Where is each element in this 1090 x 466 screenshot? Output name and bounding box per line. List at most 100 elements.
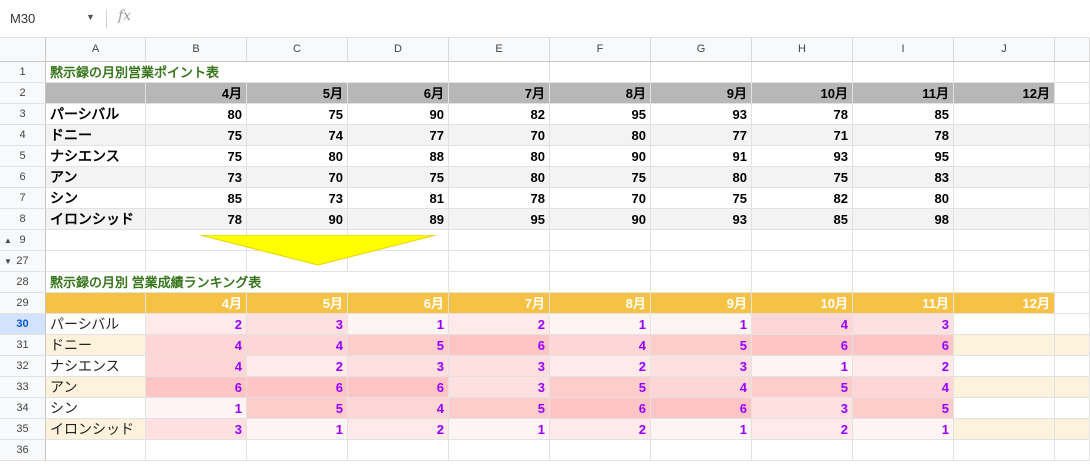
- table1-month-header[interactable]: 8月: [550, 83, 651, 104]
- table1-value-cell[interactable]: 75: [550, 167, 651, 188]
- expand-rows-icon[interactable]: ▼: [4, 251, 12, 272]
- table1-month-header[interactable]: 9月: [651, 83, 752, 104]
- table1-value-cell[interactable]: 83: [853, 167, 954, 188]
- table1-name-cell[interactable]: シン: [46, 188, 146, 209]
- table1-value-cell[interactable]: 88: [348, 146, 449, 167]
- row-header-34[interactable]: 34: [0, 398, 46, 419]
- table2-rank-cell[interactable]: 4: [752, 314, 853, 335]
- table1-value-cell[interactable]: 93: [752, 146, 853, 167]
- cell[interactable]: [1055, 356, 1090, 377]
- table2-rank-cell[interactable]: 4: [146, 335, 247, 356]
- table2-month-header[interactable]: 5月: [247, 293, 348, 314]
- table2-month-header[interactable]: 11月: [853, 293, 954, 314]
- column-header-k[interactable]: [1055, 38, 1090, 61]
- table2-rank-cell[interactable]: 3: [449, 356, 550, 377]
- table2-rank-cell[interactable]: 1: [146, 398, 247, 419]
- cell[interactable]: [752, 251, 853, 272]
- cell[interactable]: [752, 272, 853, 293]
- table2-rank-cell[interactable]: 1: [651, 314, 752, 335]
- table1-value-cell[interactable]: [954, 146, 1055, 167]
- table2-rank-cell[interactable]: 4: [146, 356, 247, 377]
- cell[interactable]: [1055, 272, 1090, 293]
- table1-value-cell[interactable]: 95: [449, 209, 550, 230]
- cell[interactable]: [1055, 419, 1090, 440]
- table1-value-cell[interactable]: 70: [449, 125, 550, 146]
- column-header-j[interactable]: J: [954, 38, 1055, 61]
- table2-rank-cell[interactable]: 6: [348, 377, 449, 398]
- cell[interactable]: [1055, 125, 1090, 146]
- table1-month-header[interactable]: 5月: [247, 83, 348, 104]
- table1-value-cell[interactable]: 75: [651, 188, 752, 209]
- collapse-rows-icon[interactable]: ▲: [4, 230, 12, 251]
- table2-month-header[interactable]: 4月: [146, 293, 247, 314]
- cell[interactable]: [550, 230, 651, 251]
- column-header-h[interactable]: H: [752, 38, 853, 61]
- cell[interactable]: [1055, 314, 1090, 335]
- cell[interactable]: [1055, 251, 1090, 272]
- table2-rank-cell[interactable]: 5: [651, 335, 752, 356]
- row-header-9[interactable]: 9 ▲: [0, 230, 46, 251]
- cell[interactable]: [1055, 209, 1090, 230]
- table2-rank-cell[interactable]: 3: [853, 314, 954, 335]
- table1-value-cell[interactable]: 95: [550, 104, 651, 125]
- table1-value-cell[interactable]: 70: [550, 188, 651, 209]
- table2-name-cell[interactable]: イロンシッド: [46, 419, 146, 440]
- row-header-35[interactable]: 35: [0, 419, 46, 440]
- table2-rank-cell[interactable]: 4: [651, 377, 752, 398]
- table2-rank-cell[interactable]: 6: [752, 335, 853, 356]
- table1-value-cell[interactable]: 90: [550, 146, 651, 167]
- table2-rank-cell[interactable]: [954, 419, 1055, 440]
- table1-value-cell[interactable]: 78: [853, 125, 954, 146]
- cell[interactable]: [46, 230, 146, 251]
- table1-value-cell[interactable]: 98: [853, 209, 954, 230]
- table1-value-cell[interactable]: 77: [651, 125, 752, 146]
- cell[interactable]: [46, 440, 146, 461]
- table1-month-header[interactable]: 11月: [853, 83, 954, 104]
- table1-month-header[interactable]: 12月: [954, 83, 1055, 104]
- cell[interactable]: [752, 230, 853, 251]
- cell[interactable]: [1055, 293, 1090, 314]
- table1-value-cell[interactable]: 80: [247, 146, 348, 167]
- table1-value-cell[interactable]: 70: [247, 167, 348, 188]
- chevron-down-icon[interactable]: ▼: [86, 12, 95, 22]
- table2-rank-cell[interactable]: 5: [247, 398, 348, 419]
- cell[interactable]: [1055, 377, 1090, 398]
- table2-rank-cell[interactable]: [954, 335, 1055, 356]
- table1-title[interactable]: 黙示録の月別営業ポイント表: [46, 62, 346, 83]
- cell[interactable]: [146, 440, 247, 461]
- table1-value-cell[interactable]: 80: [449, 167, 550, 188]
- table2-month-header[interactable]: 7月: [449, 293, 550, 314]
- table1-value-cell[interactable]: 74: [247, 125, 348, 146]
- row-header-28[interactable]: 28: [0, 272, 46, 293]
- table1-value-cell[interactable]: [954, 209, 1055, 230]
- select-all-corner[interactable]: [0, 38, 46, 61]
- table1-name-cell[interactable]: イロンシッド: [46, 209, 146, 230]
- table2-rank-cell[interactable]: 4: [550, 335, 651, 356]
- table2-title[interactable]: 黙示録の月別 営業成績ランキング表: [46, 272, 346, 293]
- table2-rank-cell[interactable]: 2: [752, 419, 853, 440]
- table1-value-cell[interactable]: 78: [752, 104, 853, 125]
- table1-name-cell[interactable]: ドニー: [46, 125, 146, 146]
- table2-rank-cell[interactable]: 1: [651, 419, 752, 440]
- row-header-8[interactable]: 8: [0, 209, 46, 230]
- table1-value-cell[interactable]: [954, 125, 1055, 146]
- table1-value-cell[interactable]: [954, 188, 1055, 209]
- table1-value-cell[interactable]: 90: [247, 209, 348, 230]
- table1-value-cell[interactable]: 80: [853, 188, 954, 209]
- table2-name-cell[interactable]: シン: [46, 398, 146, 419]
- cell[interactable]: [550, 272, 651, 293]
- table2-rank-cell[interactable]: 6: [853, 335, 954, 356]
- column-header-b[interactable]: B: [146, 38, 247, 61]
- table1-value-cell[interactable]: 78: [449, 188, 550, 209]
- table2-rank-cell[interactable]: 4: [247, 335, 348, 356]
- table1-value-cell[interactable]: 75: [247, 104, 348, 125]
- table1-name-cell[interactable]: ナシエンス: [46, 146, 146, 167]
- table2-rank-cell[interactable]: 4: [348, 398, 449, 419]
- table1-month-header[interactable]: 7月: [449, 83, 550, 104]
- table2-rank-cell[interactable]: 3: [651, 356, 752, 377]
- cell[interactable]: [954, 230, 1055, 251]
- table2-rank-cell[interactable]: 1: [550, 314, 651, 335]
- cell[interactable]: [853, 251, 954, 272]
- cell[interactable]: [348, 440, 449, 461]
- table1-value-cell[interactable]: 90: [348, 104, 449, 125]
